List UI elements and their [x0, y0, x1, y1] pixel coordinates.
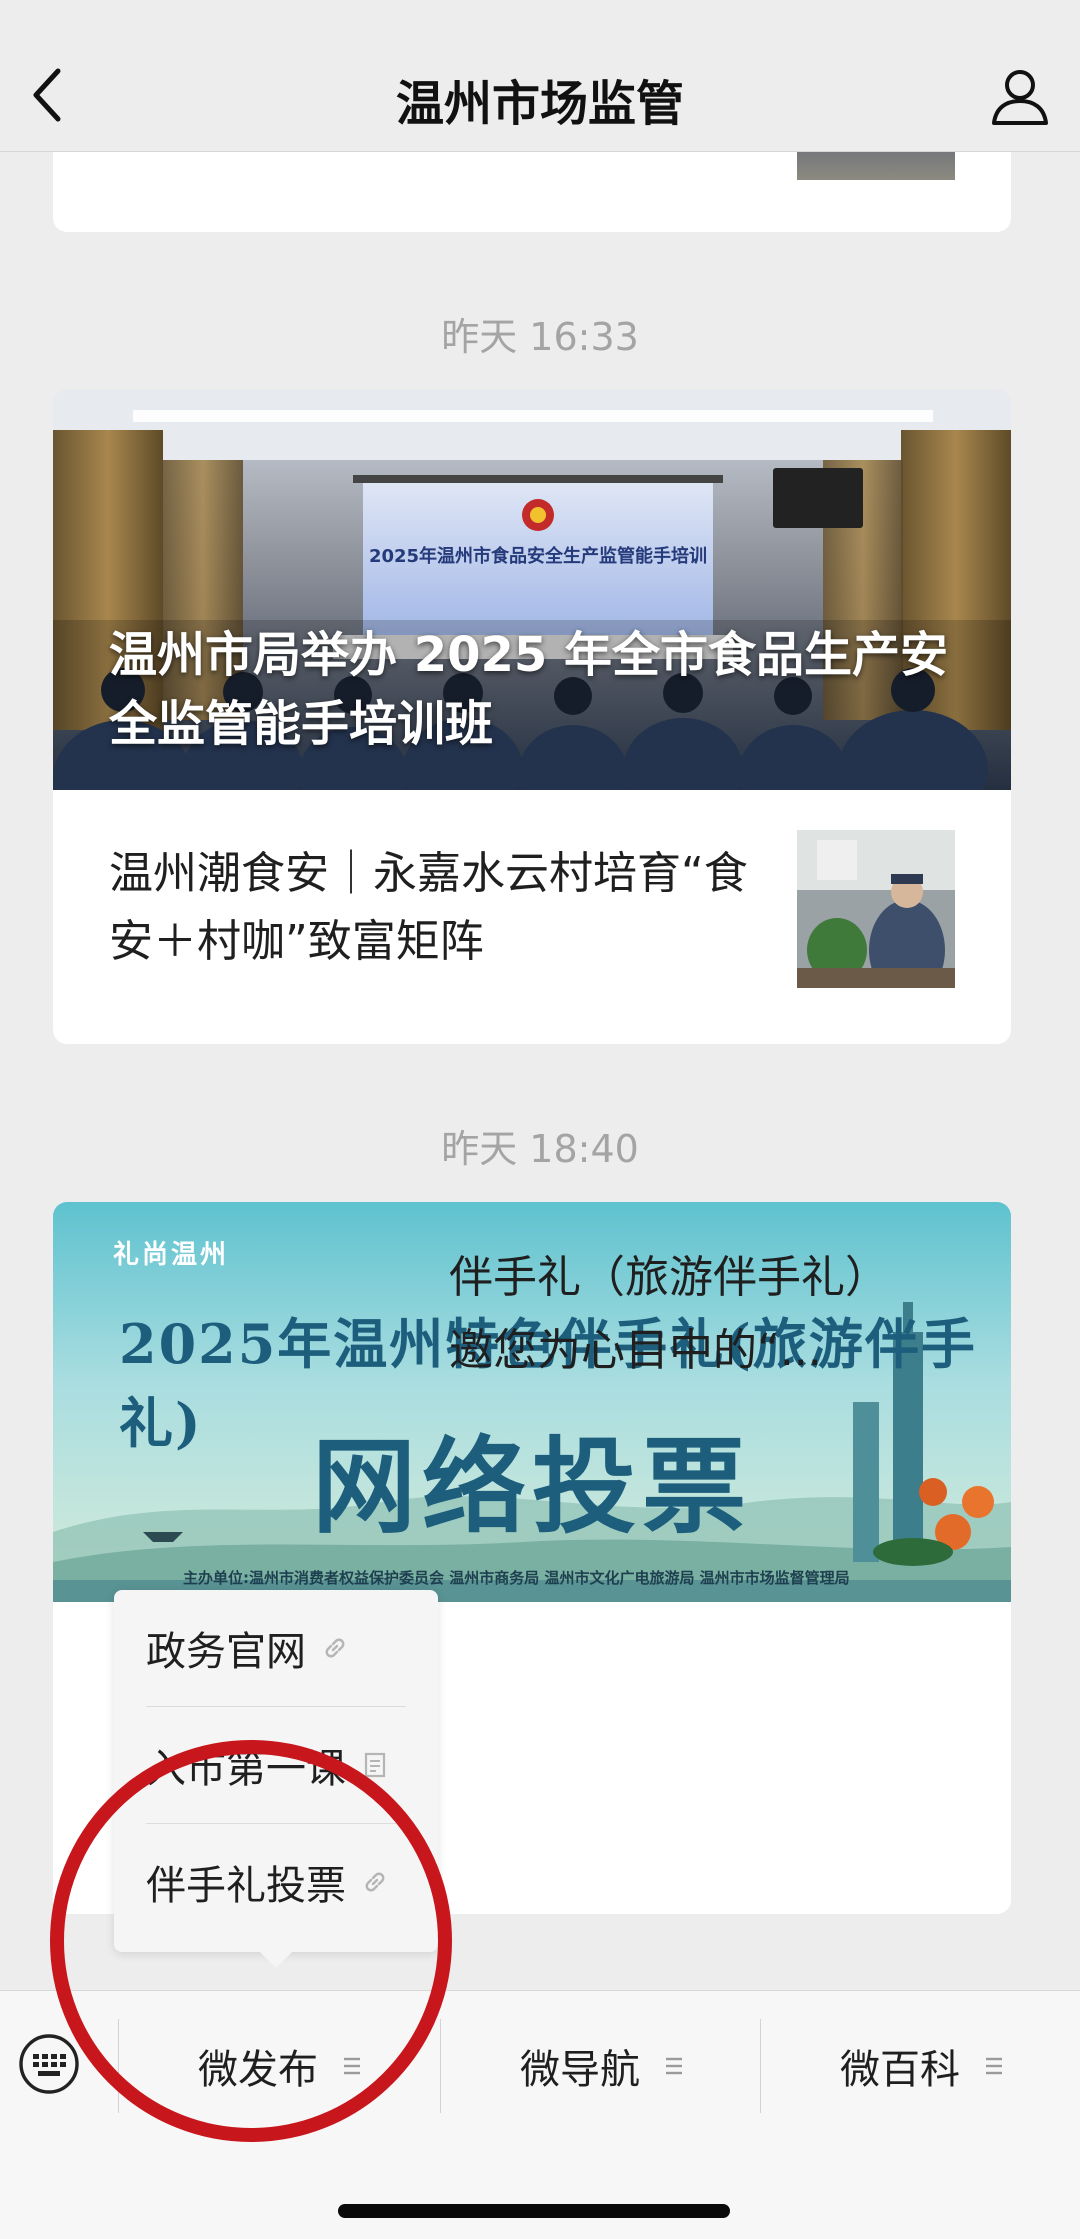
keyboard-icon: [19, 2034, 79, 2094]
menu-tab-label: 微导航: [520, 2047, 640, 2093]
hero-article[interactable]: 2025年温州市食品安全生产监管能手培训 温州市局举办 2025 年全市食品生产…: [53, 390, 1011, 790]
sub-article-title: 温州潮食安｜永嘉水云村培育“食安＋村咖”致富矩阵: [109, 848, 748, 968]
menu-lines-icon: [984, 2055, 1004, 2077]
timestamp: 昨天 18:40: [441, 1127, 639, 1171]
top-navigation-bar: 温州市场监管: [0, 0, 1080, 152]
divider: [118, 2019, 119, 2113]
link-icon: [320, 1633, 350, 1663]
submenu-item-label: 政务官网: [146, 1629, 306, 1675]
home-indicator[interactable]: [338, 2204, 730, 2218]
divider: [440, 2019, 441, 2113]
menu-tab-navigation[interactable]: 微导航: [442, 2009, 762, 2123]
menu-lines-icon: [664, 2055, 684, 2077]
vote-article-title-line1: 伴手礼（旅游伴手礼）: [449, 1252, 889, 1303]
timestamp: 昨天 16:33: [441, 315, 639, 359]
person-icon: [992, 70, 1048, 125]
keyboard-toggle-button[interactable]: [16, 2031, 82, 2097]
sub-article[interactable]: 温州潮食安｜永嘉水云村培育“食安＋村咖”致富矩阵: [53, 790, 1011, 1044]
submenu-item-label: 伴手礼投票: [146, 1863, 346, 1909]
article-card: 2025年温州市食品安全生产监管能手培训 温州市局举办 2025 年全市食品生产…: [53, 390, 1011, 1044]
sub-article-thumbnail: [797, 830, 955, 988]
submenu-item-gift-vote[interactable]: 伴手礼投票: [146, 1824, 406, 1940]
divider: [760, 2019, 761, 2113]
menu-tab-label: 微百科: [840, 2047, 960, 2093]
submenu-item-first-lesson[interactable]: 入市第一课: [146, 1707, 406, 1823]
hero-article-title: 温州市局举办 2025 年全市食品生产安全监管能手培训班: [109, 626, 949, 753]
submenu-popup: 政务官网 入市第一课 伴手礼投票: [114, 1590, 438, 1968]
document-icon: [360, 1750, 390, 1780]
vote-article-title[interactable]: 伴手礼（旅游伴手礼） 邀您为心目中的“...: [109, 1242, 955, 1387]
banner-sponsors: 主办单位:温州市消费者权益保护委员会 温州市商务局 温州市文化广电旅游局 温州市…: [183, 1569, 850, 1587]
menu-tab-encyclopedia[interactable]: 微百科: [762, 2009, 1080, 2123]
page-title: 温州市场监管: [395, 76, 684, 132]
submenu-item-gov-website[interactable]: 政务官网: [146, 1590, 406, 1706]
menu-tab-label: 微发布: [198, 2047, 318, 2093]
vote-article-title-line2: 邀您为心目中的“...: [449, 1324, 822, 1376]
hero-screen-text: 2025年温州市食品安全生产监管能手培训: [369, 545, 707, 567]
menu-lines-icon: [342, 2055, 362, 2077]
submenu-item-label: 入市第一课: [146, 1746, 346, 1792]
banner-main-title: 网络投票: [311, 1425, 752, 1548]
bottom-menu-bar: 微发布 微导航 微百科: [0, 1990, 1080, 2239]
menu-tab-publish[interactable]: 微发布: [120, 2009, 440, 2123]
link-icon: [360, 1867, 390, 1897]
profile-button[interactable]: [982, 58, 1058, 134]
